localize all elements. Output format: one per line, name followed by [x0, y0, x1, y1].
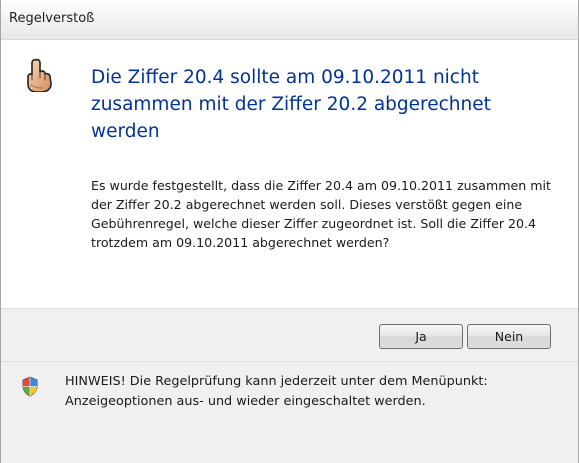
dialog-message: Es wurde festgestellt, dass die Ziffer 2… — [91, 178, 551, 250]
dialog-content: Die Ziffer 20.4 sollte am 09.10.2011 nic… — [1, 40, 578, 308]
title-bar[interactable]: Regelverstoß — [1, 0, 578, 40]
button-bar: Ja Nein — [1, 308, 578, 362]
ja-button[interactable]: Ja — [379, 324, 463, 349]
nein-button[interactable]: Nein — [467, 324, 551, 349]
window-title: Regelverstoß — [9, 11, 95, 26]
footer-note: HINWEIS! Die Regelprüfung kann jederzeit… — [65, 374, 488, 409]
shield-icon — [22, 376, 38, 397]
dialog-heading: Die Ziffer 20.4 sollte am 09.10.2011 nic… — [91, 67, 491, 142]
pointing-hand-icon — [27, 58, 52, 92]
dialog-footer: HINWEIS! Die Regelprüfung kann jederzeit… — [1, 362, 578, 463]
rule-violation-dialog: Regelverstoß Die Ziffer 20.4 sollte am 0… — [0, 0, 579, 463]
